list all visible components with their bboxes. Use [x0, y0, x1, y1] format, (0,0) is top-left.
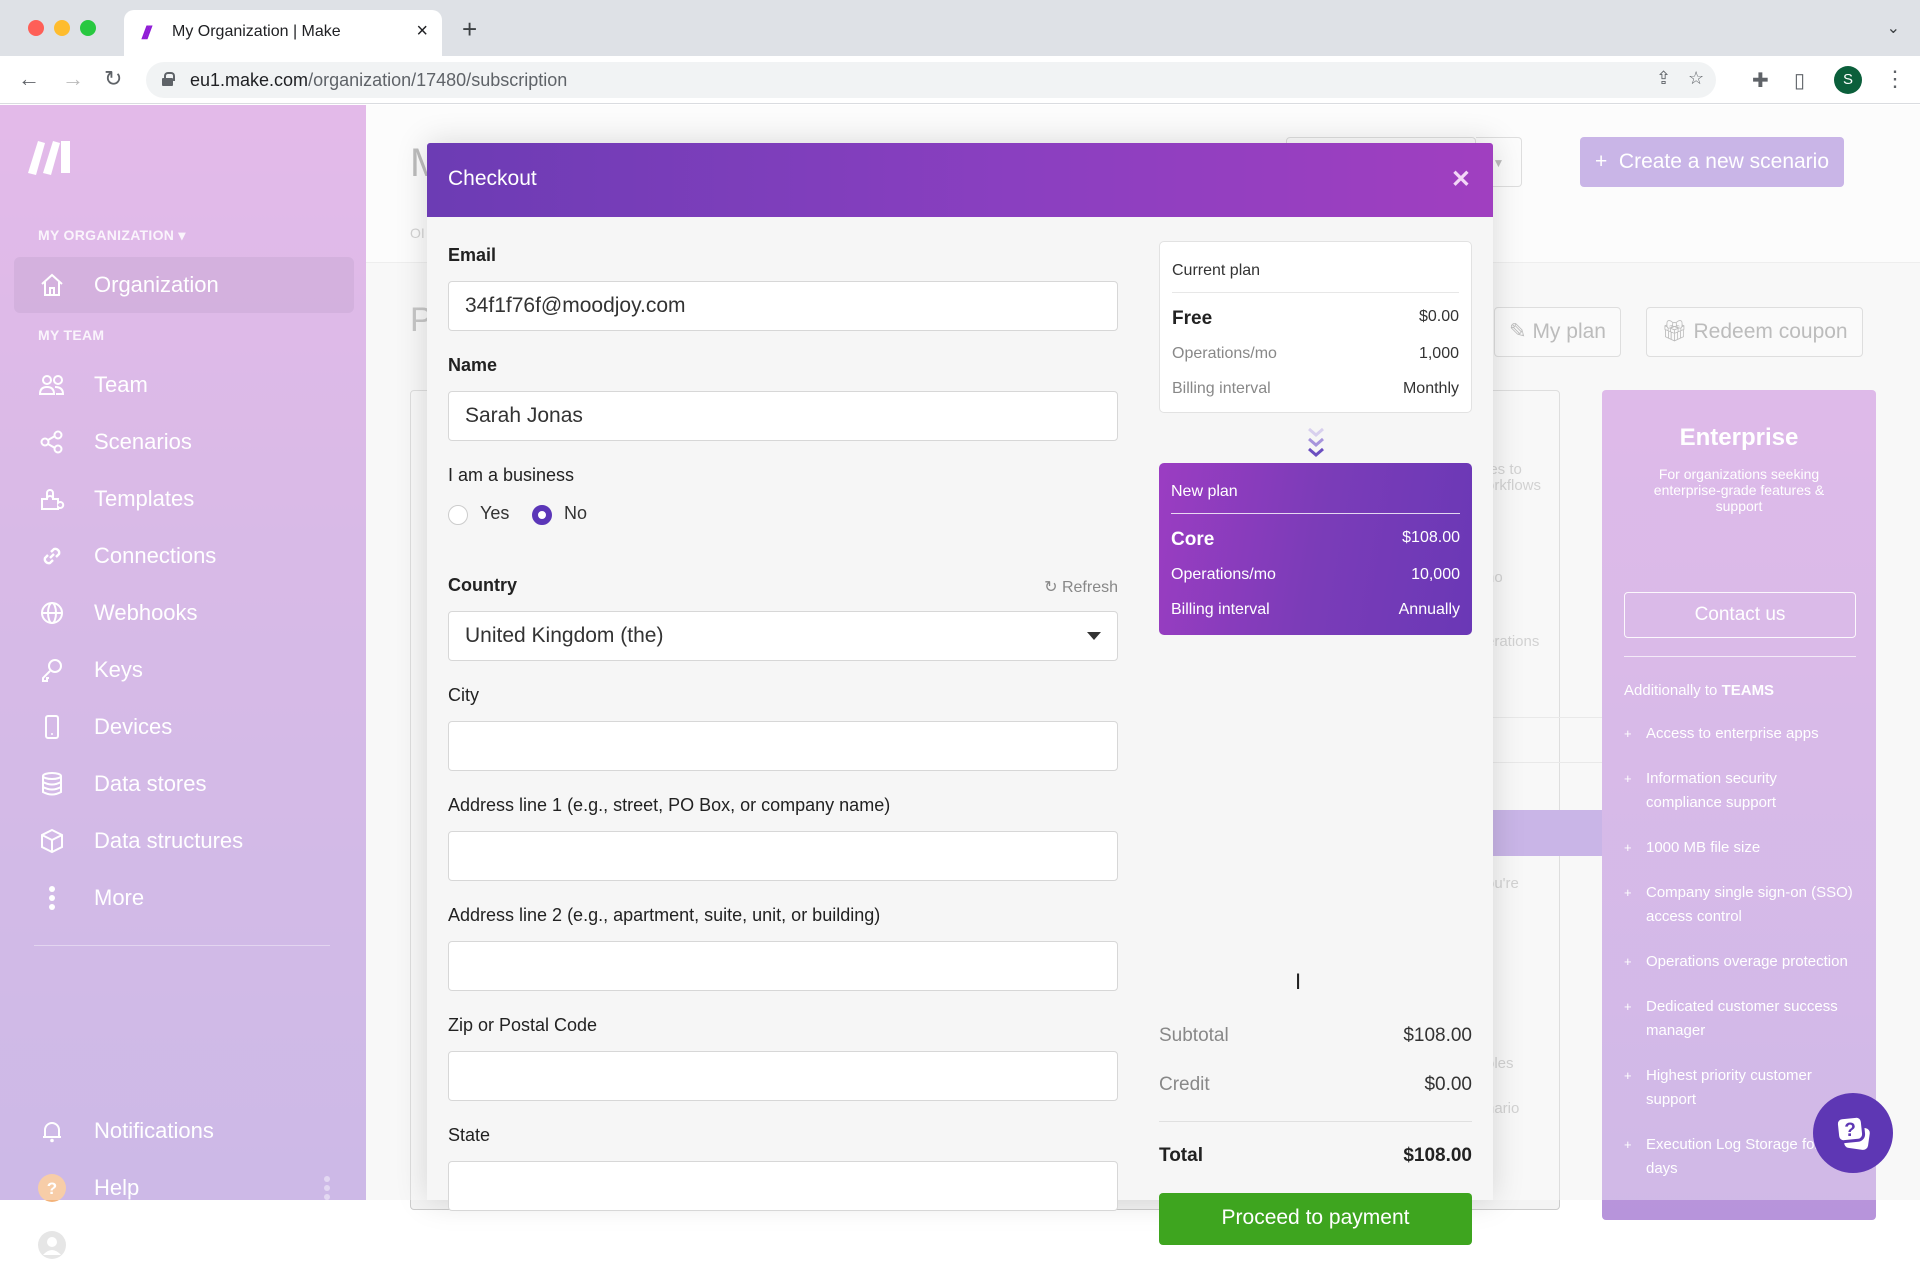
dropdown-arrow-icon: [1087, 632, 1101, 640]
avatar: [38, 1231, 66, 1259]
forward-button[interactable]: →: [62, 66, 84, 92]
email-label: Email: [448, 245, 497, 265]
name-label: Name: [448, 355, 498, 375]
window-close-button[interactable]: [28, 20, 44, 36]
modal-header: Checkout ✕: [427, 143, 1493, 217]
browser-tab-bar: /// My Organization | Make × + ⌄: [0, 0, 1920, 56]
address1-label: Address line 1 (e.g., street, PO Box, or…: [448, 795, 891, 815]
totals-divider: [1159, 1121, 1472, 1122]
lock-icon: [162, 72, 175, 86]
divider: [1172, 292, 1459, 293]
new-tab-button[interactable]: +: [462, 14, 477, 45]
zip-label: Zip or Postal Code: [448, 1015, 598, 1035]
window-maximize-button[interactable]: [80, 20, 96, 36]
extensions-puzzle-icon[interactable]: ✚: [1752, 68, 1769, 93]
state-label: State: [448, 1125, 491, 1145]
zip-field[interactable]: [448, 1051, 1118, 1101]
url-text: eu1.make.com/organization/17480/subscrip…: [190, 70, 568, 90]
back-button[interactable]: ←: [18, 66, 40, 92]
business-label: I am a business: [448, 465, 575, 485]
country-label: Country: [448, 575, 517, 595]
browser-tab[interactable]: /// My Organization | Make ×: [124, 10, 442, 56]
browser-toolbar: ← → ↻ eu1.make.com/organization/17480/su…: [0, 56, 1920, 104]
country-value: United Kingdom (the): [465, 624, 664, 647]
text-cursor-icon: I: [1295, 969, 1302, 994]
checkout-modal: Checkout ✕ Email Name I am a business Ye…: [427, 143, 1493, 1245]
chat-help-icon: ?: [1834, 1114, 1870, 1150]
chevrons-down-icon: [1308, 427, 1324, 457]
business-no-radio[interactable]: [532, 505, 552, 525]
address2-field[interactable]: [448, 941, 1118, 991]
svg-text:?: ?: [1844, 1120, 1856, 1141]
name-field[interactable]: [448, 391, 1118, 441]
business-yes-label: Yes: [480, 503, 510, 523]
address-bar[interactable]: eu1.make.com/organization/17480/subscrip…: [146, 62, 1716, 98]
tab-search-chevron-icon[interactable]: ⌄: [1887, 18, 1900, 38]
help-chat-button[interactable]: ?: [1813, 1093, 1893, 1173]
address1-field[interactable]: [448, 831, 1118, 881]
address2-label: Address line 2 (e.g., apartment, suite, …: [448, 905, 881, 925]
business-no-label: No: [564, 503, 588, 523]
tab-close-icon[interactable]: ×: [416, 20, 428, 43]
new-plan-heading: New plan: [1171, 483, 1238, 500]
refresh-button[interactable]: ↻ Refresh: [1044, 577, 1118, 597]
sidebar-item-user[interactable]: Sarah Jonas: [14, 1217, 354, 1273]
new-plan-card: New plan Core $108.00 Operations/mo 10,000…: [1159, 463, 1472, 635]
city-field[interactable]: [448, 721, 1118, 771]
make-favicon-icon: ///: [142, 23, 151, 43]
business-yes-radio[interactable]: [448, 505, 468, 525]
current-plan-card: Current plan Free $0.00 Operations/mo 1,00…: [1159, 241, 1472, 413]
current-plan-heading: Current plan: [1172, 262, 1261, 279]
user-options-icon[interactable]: [324, 1233, 330, 1260]
country-select[interactable]: United Kingdom (the): [448, 611, 1118, 661]
tab-title: My Organization | Make: [172, 23, 341, 40]
city-label: City: [448, 685, 479, 705]
business-radio-group: Yes No: [448, 503, 648, 529]
proceed-to-payment-button[interactable]: Proceed to payment: [1159, 1193, 1472, 1245]
divider: [1171, 513, 1460, 514]
profile-avatar[interactable]: S: [1834, 66, 1862, 94]
window-minimize-button[interactable]: [54, 20, 70, 36]
bookmark-star-icon[interactable]: ☆: [1688, 68, 1704, 89]
reload-button[interactable]: ↻: [104, 66, 122, 92]
side-panel-icon[interactable]: ▯: [1794, 68, 1805, 93]
modal-title: Checkout: [448, 167, 537, 190]
email-field[interactable]: [448, 281, 1118, 331]
close-icon[interactable]: ✕: [1451, 165, 1471, 194]
browser-menu-icon[interactable]: ⋮: [1884, 66, 1906, 92]
share-icon[interactable]: ⇪: [1656, 68, 1671, 89]
state-field[interactable]: [448, 1161, 1118, 1211]
